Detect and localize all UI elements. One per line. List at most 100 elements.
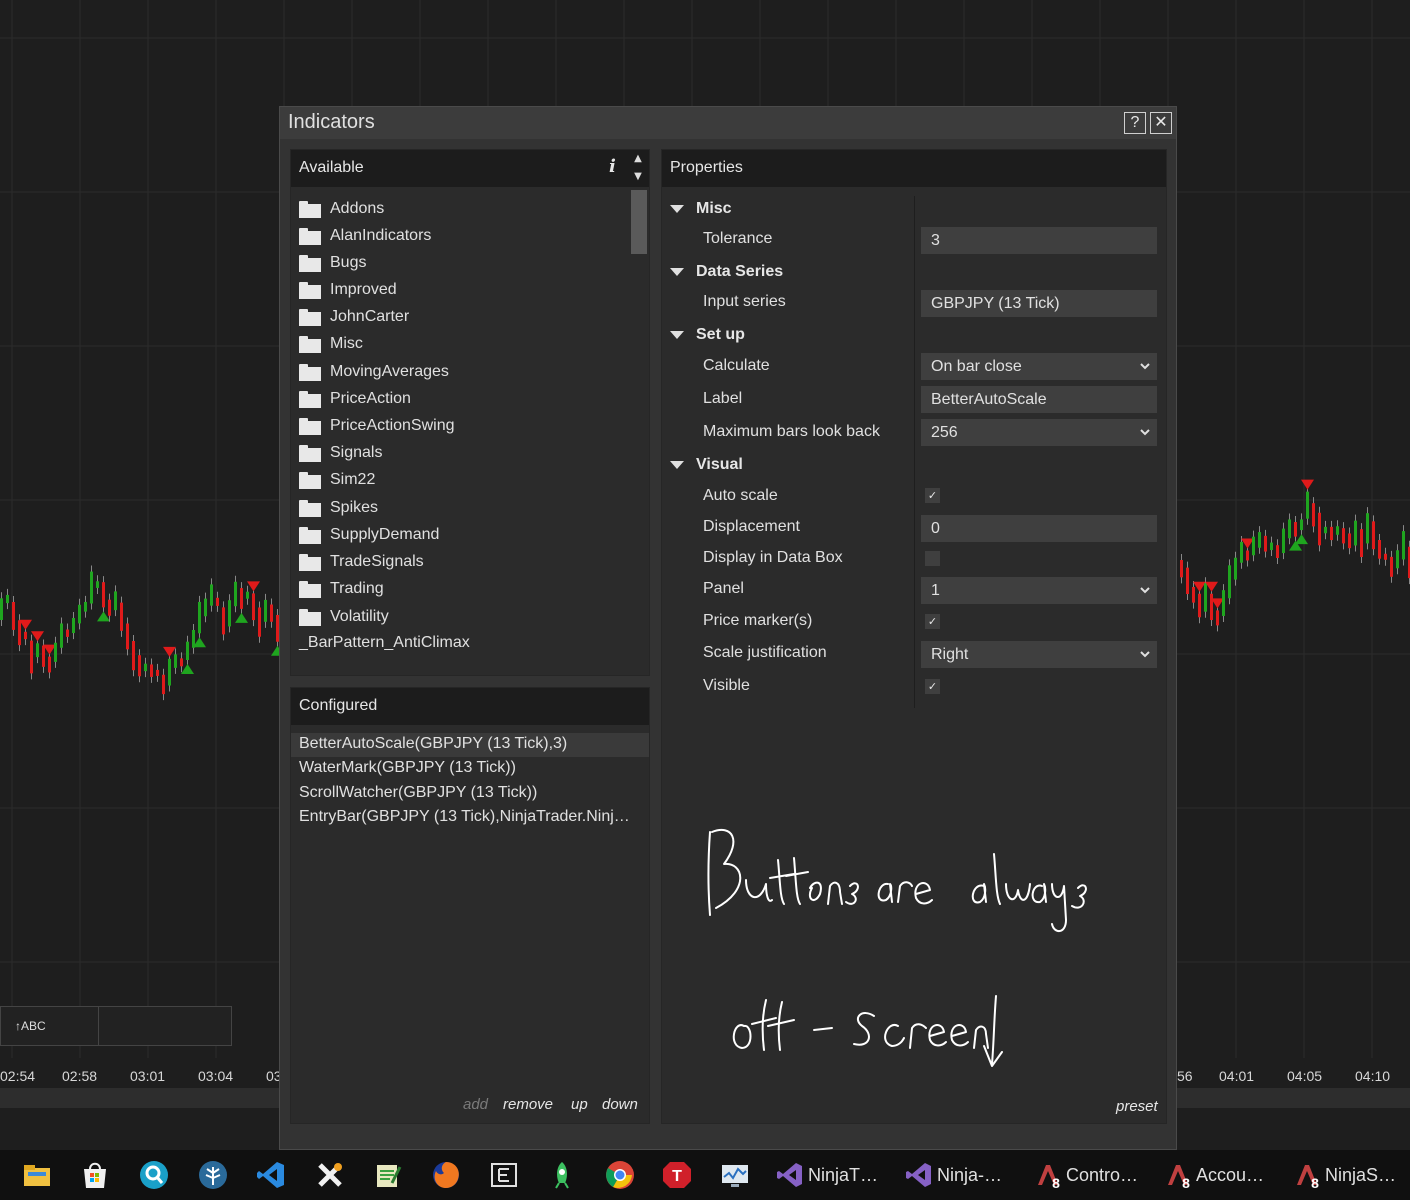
folder-item[interactable]: JohnCarter <box>299 304 409 330</box>
folder-label: Sim22 <box>330 471 376 488</box>
taskbar-app[interactable]: 8 NinjaS… <box>1293 1156 1396 1194</box>
folder-icon <box>299 444 321 462</box>
chrome-icon[interactable] <box>604 1159 636 1191</box>
folder-item[interactable]: Improved <box>299 277 397 303</box>
folder-item[interactable]: Signals <box>299 440 382 466</box>
folder-item[interactable]: Trading <box>299 576 384 602</box>
property-grid-divider[interactable] <box>914 196 915 708</box>
candle <box>216 597 219 606</box>
store-icon[interactable] <box>79 1159 111 1191</box>
t-app-icon[interactable]: T <box>661 1159 693 1191</box>
candle <box>1240 541 1243 563</box>
indicator-item[interactable]: _BarPattern_AntiClimax <box>299 634 470 652</box>
down-button[interactable]: down <box>602 1096 638 1113</box>
text-tool-button[interactable]: ↑ABC <box>1 1007 99 1045</box>
taskbar-app[interactable]: 8 Contro… <box>1034 1156 1138 1194</box>
category-set-up[interactable]: Set up <box>670 323 745 347</box>
file-explorer-icon[interactable] <box>21 1159 53 1191</box>
folder-item[interactable]: Misc <box>299 331 363 357</box>
terminal-app-icon[interactable] <box>488 1159 520 1191</box>
candle <box>24 631 27 640</box>
displacement-field[interactable]: 0 <box>921 515 1157 542</box>
property-label: Auto scale <box>703 487 778 504</box>
label-field[interactable]: BetterAutoScale <box>921 386 1157 413</box>
panel-select[interactable]: 1 <box>921 577 1157 604</box>
candle <box>264 599 267 622</box>
candle <box>54 642 57 662</box>
collapse-triangle-icon <box>670 461 684 469</box>
help-button[interactable]: ? <box>1124 112 1146 134</box>
input-series-field[interactable]: GBPJPY (13 Tick) <box>921 290 1157 317</box>
folder-item[interactable]: Spikes <box>299 495 378 521</box>
notepad-icon[interactable] <box>372 1159 404 1191</box>
tools-icon[interactable] <box>314 1159 346 1191</box>
folder-item[interactable]: SupplyDemand <box>299 522 439 548</box>
time-label: 02:54 <box>0 1068 36 1084</box>
visible-checkbox[interactable]: ✓ <box>925 679 940 694</box>
candle <box>1342 528 1345 544</box>
preset-button[interactable]: preset <box>1116 1098 1158 1115</box>
folder-item[interactable]: Bugs <box>299 250 366 276</box>
available-scrollbar-thumb[interactable] <box>631 190 647 254</box>
candle <box>246 591 249 599</box>
candle <box>1204 583 1207 612</box>
remove-button[interactable]: remove <box>503 1096 553 1113</box>
taskbar-app[interactable]: 8 Accou… <box>1164 1156 1264 1194</box>
add-button[interactable]: add <box>463 1096 488 1113</box>
scroll-up-icon[interactable]: ▲ <box>631 152 645 166</box>
svg-text:T: T <box>672 1168 682 1185</box>
display-in-data-box-checkbox[interactable] <box>925 551 940 566</box>
time-label: 04:01 <box>1219 1068 1255 1084</box>
category-data-series[interactable]: Data Series <box>670 260 783 284</box>
folder-item[interactable]: PriceAction <box>299 386 411 412</box>
candle <box>1366 513 1369 544</box>
property-label: Display in Data Box <box>703 549 843 566</box>
folder-label: PriceAction <box>330 390 411 407</box>
candle <box>252 593 255 621</box>
scroll-down-icon[interactable]: ▼ <box>631 170 645 184</box>
available-scrollbar[interactable] <box>629 188 647 668</box>
folder-item[interactable]: AlanIndicators <box>299 223 431 249</box>
price-markers-checkbox[interactable]: ✓ <box>925 614 940 629</box>
folder-item[interactable]: TradeSignals <box>299 549 424 575</box>
taskbar-app[interactable]: Ninja-… <box>905 1156 1002 1194</box>
vscode-icon[interactable] <box>255 1159 287 1191</box>
firefox-icon[interactable] <box>430 1159 462 1191</box>
folder-icon <box>299 390 321 408</box>
tolerance-field[interactable]: 3 <box>921 227 1157 254</box>
performance-monitor-icon[interactable] <box>719 1159 751 1191</box>
folder-icon <box>299 281 321 299</box>
folder-item[interactable]: PriceActionSwing <box>299 413 455 439</box>
configured-item[interactable]: BetterAutoScale(GBPJPY (13 Tick),3) <box>291 733 649 757</box>
candle <box>1246 550 1249 561</box>
folder-item[interactable]: Volatility <box>299 604 389 630</box>
folder-item[interactable]: Addons <box>299 196 384 222</box>
rocket-icon[interactable] <box>546 1159 578 1191</box>
info-icon[interactable]: i <box>609 156 616 177</box>
folder-item[interactable]: Sim22 <box>299 467 375 493</box>
candle <box>168 658 171 686</box>
up-button[interactable]: up <box>571 1096 588 1113</box>
candle <box>60 623 63 648</box>
configured-item[interactable]: EntryBar(GBPJPY (13 Tick),NinjaTrader.Ni… <box>291 806 649 830</box>
drawing-tool-strip[interactable]: ↑ABC <box>0 1006 232 1046</box>
chevron-down-icon <box>1140 587 1150 594</box>
folder-item[interactable]: MovingAverages <box>299 359 449 385</box>
candle <box>1180 560 1183 578</box>
close-button[interactable]: ✕ <box>1150 112 1172 134</box>
max-bars-select[interactable]: 256 <box>921 419 1157 446</box>
available-title: Available <box>299 159 364 176</box>
configured-item[interactable]: ScrollWatcher(GBPJPY (13 Tick)) <box>291 782 649 806</box>
candle <box>198 601 201 634</box>
calculate-select[interactable]: On bar close <box>921 353 1157 380</box>
category-visual[interactable]: Visual <box>670 453 743 477</box>
search-app-icon[interactable] <box>138 1159 170 1191</box>
taskbar-app[interactable]: NinjaT… <box>776 1156 878 1194</box>
category-misc[interactable]: Misc <box>670 197 732 221</box>
configured-item[interactable]: WaterMark(GBPJPY (13 Tick)) <box>291 757 649 781</box>
available-list[interactable]: Addons AlanIndicators Bugs Improved John… <box>291 188 627 668</box>
scale-justification-select[interactable]: Right <box>921 641 1157 668</box>
auto-scale-checkbox[interactable]: ✓ <box>925 488 940 503</box>
dialog-titlebar[interactable]: Indicators ? ✕ <box>280 107 1176 139</box>
tree-app-icon[interactable] <box>197 1159 229 1191</box>
